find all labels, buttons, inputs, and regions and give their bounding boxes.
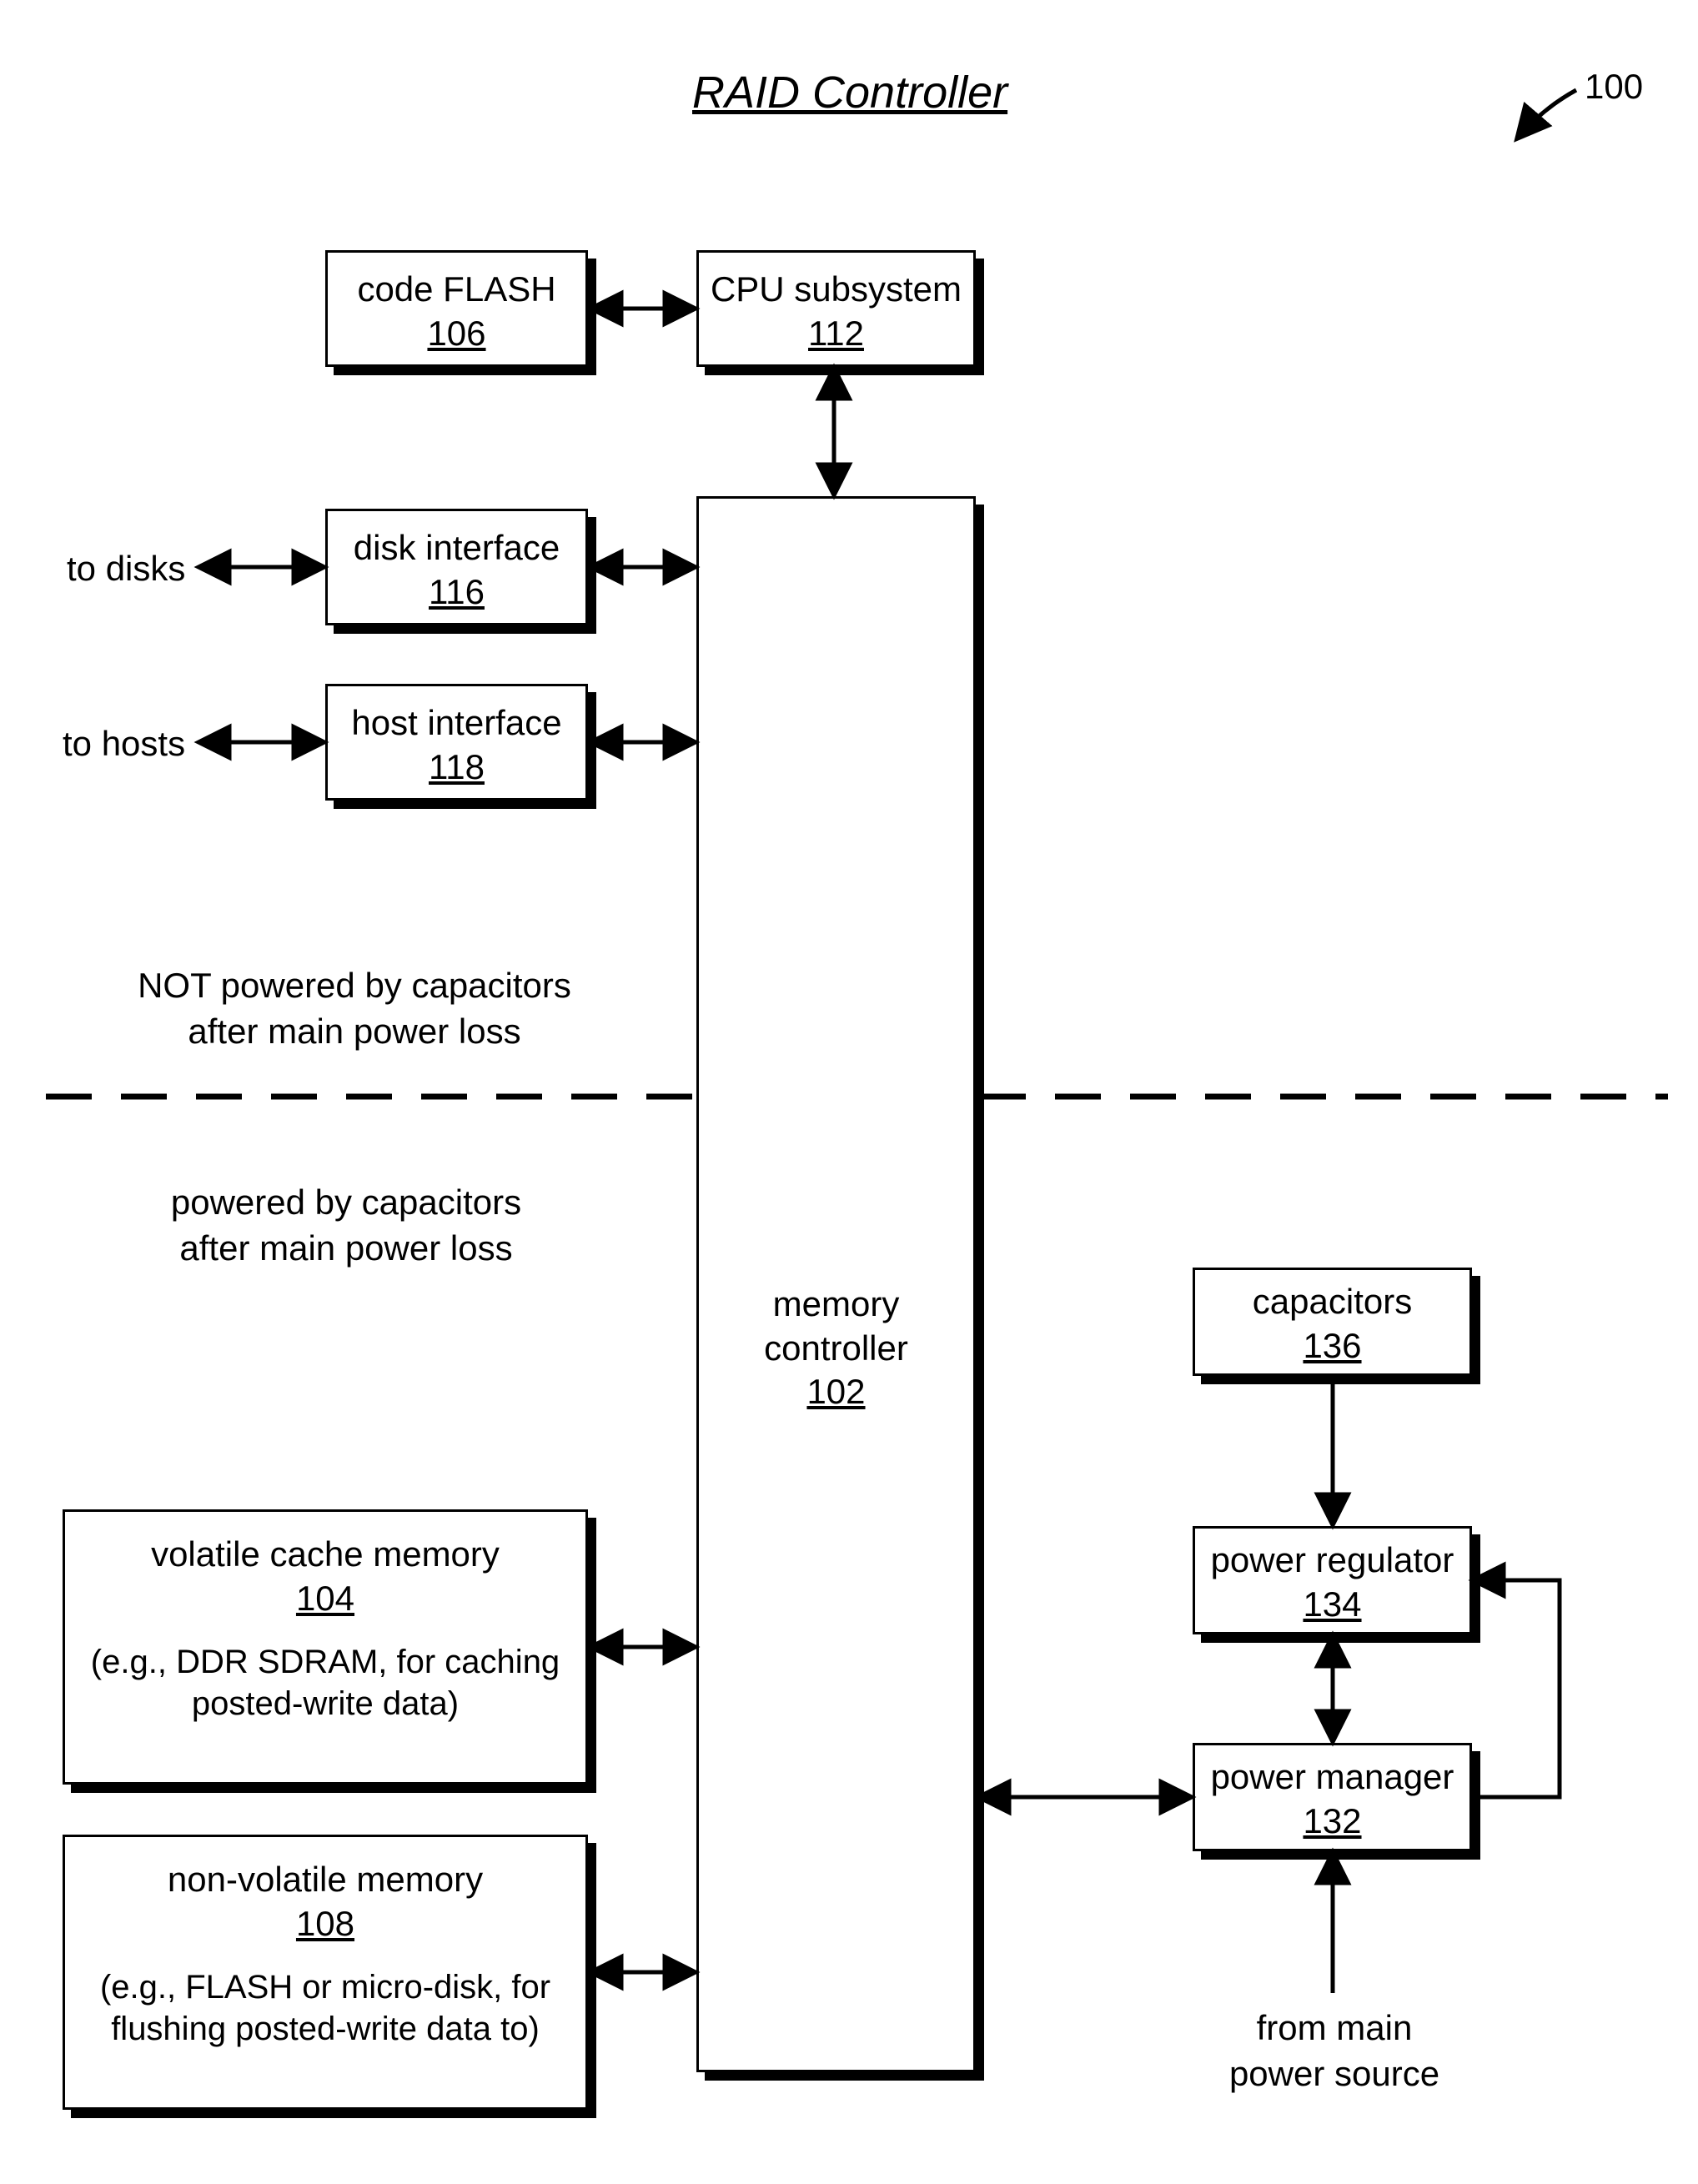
label-from-main-power: from main power source — [1209, 2006, 1459, 2096]
box-label: power regulator — [1195, 1539, 1469, 1583]
box-code-flash: code FLASH 106 — [325, 250, 588, 367]
box-label: capacitors — [1195, 1280, 1469, 1324]
box-power-manager: power manager 132 — [1193, 1743, 1472, 1851]
box-label: power manager — [1195, 1755, 1469, 1800]
box-label: volatile cache memory — [65, 1533, 585, 1577]
label-not-powered: NOT powered by capacitors after main pow… — [113, 963, 596, 1054]
box-label: host interface — [328, 701, 585, 746]
box-label: CPU subsystem — [699, 268, 973, 312]
figure-refnum: 100 — [1585, 67, 1643, 107]
box-num: 116 — [328, 570, 585, 615]
box-memory-controller: memory controller 102 — [696, 496, 976, 2072]
box-num: 102 — [699, 1370, 973, 1414]
box-label: code FLASH — [328, 268, 585, 312]
diagram-canvas: RAID Controller 100 code FLASH 106 CPU s… — [0, 0, 1698, 2184]
box-disk-interface: disk interface 116 — [325, 509, 588, 625]
box-capacitors: capacitors 136 — [1193, 1268, 1472, 1376]
box-nonvolatile-memory: non-volatile memory 108 (e.g., FLASH or … — [63, 1835, 588, 2110]
box-num: 112 — [699, 312, 973, 356]
box-num: 134 — [1195, 1583, 1469, 1627]
box-power-regulator: power regulator 134 — [1193, 1526, 1472, 1634]
label-powered: powered by capacitors after main power l… — [138, 1180, 555, 1271]
box-note: (e.g., FLASH or micro-disk, for flushing… — [65, 1966, 585, 2050]
box-num: 132 — [1195, 1800, 1469, 1844]
box-num: 106 — [328, 312, 585, 356]
box-num: 104 — [65, 1577, 585, 1621]
box-host-interface: host interface 118 — [325, 684, 588, 801]
box-label: memory controller — [699, 1283, 973, 1370]
box-num: 118 — [328, 746, 585, 790]
diagram-title: RAID Controller — [692, 67, 1007, 118]
box-num: 108 — [65, 1902, 585, 1946]
box-cpu-subsystem: CPU subsystem 112 — [696, 250, 976, 367]
label-to-disks: to disks — [67, 546, 185, 592]
box-note: (e.g., DDR SDRAM, for caching posted-wri… — [65, 1641, 585, 1725]
box-label: disk interface — [328, 526, 585, 570]
box-volatile-cache: volatile cache memory 104 (e.g., DDR SDR… — [63, 1509, 588, 1785]
box-label: non-volatile memory — [65, 1858, 585, 1902]
box-num: 136 — [1195, 1324, 1469, 1368]
label-to-hosts: to hosts — [63, 721, 185, 767]
